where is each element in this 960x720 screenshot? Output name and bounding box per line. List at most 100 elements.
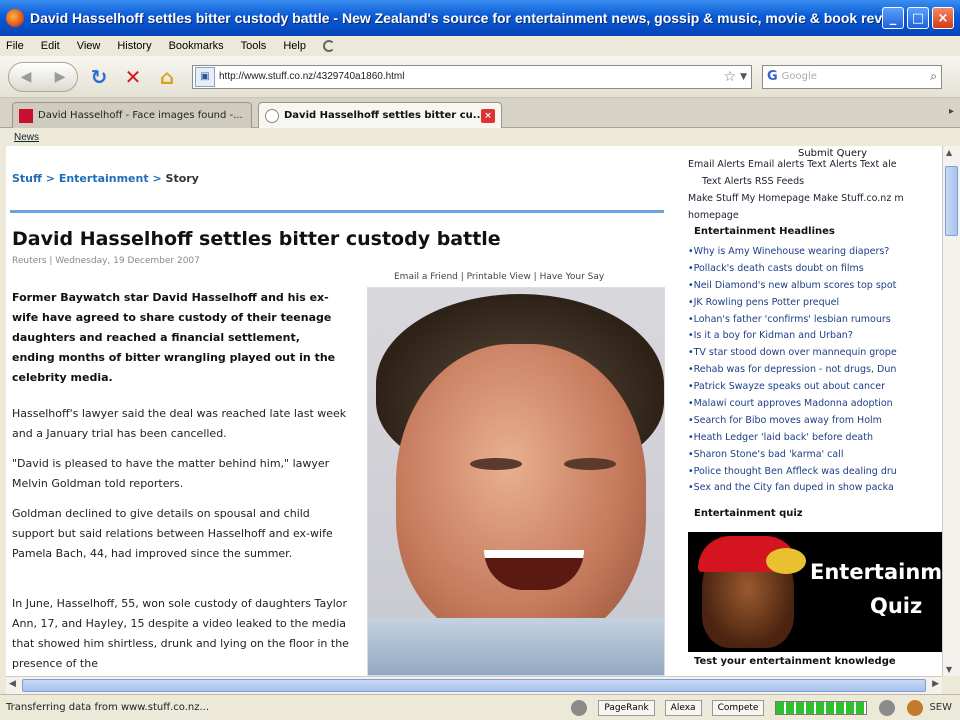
- loading-progress-bar: [775, 700, 868, 715]
- url-text[interactable]: http://www.stuff.co.nz/4329740a1860.html: [219, 71, 724, 82]
- url-bar[interactable]: ▣ http://www.stuff.co.nz/4329740a1860.ht…: [192, 64, 752, 89]
- vertical-scrollbar[interactable]: ▲ ▼: [942, 146, 960, 676]
- home-icon[interactable]: ⌂: [154, 64, 180, 90]
- headline-item[interactable]: Search for Bibo moves away from Holm: [688, 415, 942, 432]
- headline-item[interactable]: Police thought Ben Affleck was dealing d…: [688, 466, 942, 483]
- scroll-up-icon[interactable]: ▲: [946, 148, 952, 157]
- headline-item[interactable]: Sex and the City fan duped in show packa: [688, 482, 942, 499]
- page-content: Stuff > Entertainment > Story David Hass…: [6, 146, 942, 676]
- scroll-down-icon[interactable]: ▼: [946, 665, 952, 674]
- article-photo: [367, 287, 665, 676]
- tab-strip: David Hasselhoff - Face images found -..…: [0, 98, 960, 128]
- article-paragraph: Hasselhoff's lawyer said the deal was re…: [12, 407, 347, 440]
- breadcrumb-entertainment[interactable]: Entertainment: [59, 172, 149, 185]
- vertical-scroll-thumb[interactable]: [945, 166, 958, 236]
- headline-item[interactable]: TV star stood down over mannequin grope: [688, 347, 942, 364]
- menu-bar: File Edit View History Bookmarks Tools H…: [0, 36, 960, 56]
- back-arrow-icon[interactable]: ◀: [21, 69, 32, 85]
- breadcrumb-home[interactable]: Stuff: [12, 172, 42, 185]
- quiz-banner[interactable]: Entertainme Quiz: [688, 532, 942, 652]
- submit-query-button[interactable]: Submit Query: [798, 148, 867, 159]
- google-engine-icon[interactable]: G: [767, 69, 778, 84]
- status-bar: Transferring data from www.stuff.co.nz..…: [0, 694, 960, 720]
- globe-icon: [571, 699, 588, 716]
- horizontal-scrollbar[interactable]: ◀ ▶: [6, 676, 942, 694]
- reload-icon[interactable]: ↻: [86, 64, 112, 90]
- make-homepage-link[interactable]: Make Stuff My Homepage Make Stuff.co.nz …: [688, 190, 942, 207]
- headlines-title: Entertainment Headlines: [694, 226, 835, 237]
- minimize-button[interactable]: _: [882, 7, 904, 29]
- article-paragraph: "David is pleased to have the matter beh…: [12, 457, 330, 490]
- site-identity-icon[interactable]: ▣: [195, 66, 215, 87]
- article-tools[interactable]: Email a Friend | Printable View | Have Y…: [394, 272, 604, 282]
- headline-item[interactable]: Malawi court approves Madonna adoption: [688, 398, 942, 415]
- menu-help[interactable]: Help: [283, 40, 306, 52]
- scroll-right-icon[interactable]: ▶: [932, 679, 939, 689]
- headline-item[interactable]: Lohan's father 'confirms' lesbian rumour…: [688, 314, 942, 331]
- tab-favicon-icon: [19, 108, 33, 123]
- headline-item[interactable]: JK Rowling pens Potter prequel: [688, 297, 942, 314]
- pagerank-badge[interactable]: PageRank: [598, 699, 655, 716]
- url-dropdown-icon[interactable]: ▼: [740, 72, 747, 82]
- breadcrumb-current: Story: [165, 172, 199, 185]
- alexa-badge[interactable]: Alexa: [664, 699, 702, 716]
- headline-item[interactable]: Sharon Stone's bad 'karma' call: [688, 449, 942, 466]
- photo-eye: [564, 458, 616, 470]
- title-bar: David Hasselhoff settles bitter custody …: [0, 0, 960, 36]
- addon-icon[interactable]: [879, 699, 896, 716]
- photo-eye: [470, 458, 522, 470]
- homepage-link-cont[interactable]: homepage: [688, 207, 942, 224]
- search-placeholder[interactable]: Google: [782, 71, 931, 82]
- headline-item[interactable]: Patrick Swayze speaks out about cancer: [688, 381, 942, 398]
- tab-face-images[interactable]: David Hasselhoff - Face images found -..…: [12, 102, 252, 128]
- photo-face: [396, 344, 646, 644]
- stop-icon[interactable]: ✕: [120, 64, 146, 90]
- headline-item[interactable]: Pollack's death casts doubt on films: [688, 263, 942, 280]
- photo-collar: [368, 618, 664, 675]
- forward-arrow-icon[interactable]: ▶: [55, 69, 66, 85]
- search-magnifier-icon[interactable]: ⌕: [930, 69, 937, 84]
- quiz-banner-text: Entertainme: [810, 560, 942, 584]
- headline-item[interactable]: Heath Ledger 'laid back' before death: [688, 432, 942, 449]
- headlines-list: Why is Amy Winehouse wearing diapers? Po…: [688, 246, 942, 499]
- article-dateline: Reuters | Wednesday, 19 December 2007: [12, 256, 200, 266]
- horizontal-scroll-thumb[interactable]: [22, 679, 926, 692]
- firefox-icon: [6, 9, 24, 27]
- quiz-test-link[interactable]: Test your entertainment knowledge: [694, 656, 896, 667]
- menu-bookmarks[interactable]: Bookmarks: [169, 40, 224, 52]
- headline-item[interactable]: Is it a boy for Kidman and Urban?: [688, 330, 942, 347]
- article-headline: David Hasselhoff settles bitter custody …: [12, 228, 501, 250]
- navigation-toolbar: ◀ ▶ ↻ ✕ ⌂ ▣ http://www.stuff.co.nz/43297…: [0, 56, 960, 98]
- header-divider: [10, 210, 664, 213]
- menu-edit[interactable]: Edit: [41, 40, 60, 52]
- headline-item[interactable]: Why is Amy Winehouse wearing diapers?: [688, 246, 942, 263]
- menu-file[interactable]: File: [6, 40, 24, 52]
- quiz-banner-text: Quiz: [870, 594, 923, 618]
- menu-history[interactable]: History: [117, 40, 151, 52]
- bookmark-star-icon[interactable]: ☆: [724, 69, 737, 85]
- article-paragraph: In June, Hasselhoff, 55, won sole custod…: [12, 597, 349, 670]
- window-title: David Hasselhoff settles bitter custody …: [30, 10, 882, 26]
- sidebar-links: Email Alerts Email alerts Text Alerts Te…: [688, 156, 942, 224]
- menu-tools[interactable]: Tools: [241, 40, 267, 52]
- tab-hasselhoff-article[interactable]: David Hasselhoff settles bitter cu... ×: [258, 102, 502, 128]
- search-box[interactable]: G Google ⌕: [762, 64, 942, 89]
- compete-badge[interactable]: Compete: [711, 699, 765, 716]
- scroll-left-icon[interactable]: ◀: [9, 679, 16, 689]
- tab-label: David Hasselhoff settles bitter cu...: [284, 110, 481, 121]
- status-message: Transferring data from www.stuff.co.nz..…: [6, 702, 210, 713]
- tab-list-icon[interactable]: ▸: [949, 106, 954, 117]
- firebug-icon[interactable]: [907, 699, 924, 716]
- bookmark-news[interactable]: News: [14, 132, 39, 143]
- tab-loading-icon: [265, 108, 279, 123]
- back-forward-group: ◀ ▶: [8, 61, 78, 92]
- maximize-button[interactable]: □: [907, 7, 929, 29]
- close-button[interactable]: ×: [932, 7, 954, 29]
- browser-window: David Hasselhoff settles bitter custody …: [0, 0, 960, 720]
- text-alerts-rss[interactable]: Text Alerts RSS Feeds: [688, 173, 942, 190]
- headline-item[interactable]: Rehab was for depression - not drugs, Du…: [688, 364, 942, 381]
- menu-view[interactable]: View: [77, 40, 101, 52]
- breadcrumb-sep: >: [148, 172, 166, 185]
- tab-close-icon[interactable]: ×: [481, 108, 495, 123]
- headline-item[interactable]: Neil Diamond's new album scores top spot: [688, 280, 942, 297]
